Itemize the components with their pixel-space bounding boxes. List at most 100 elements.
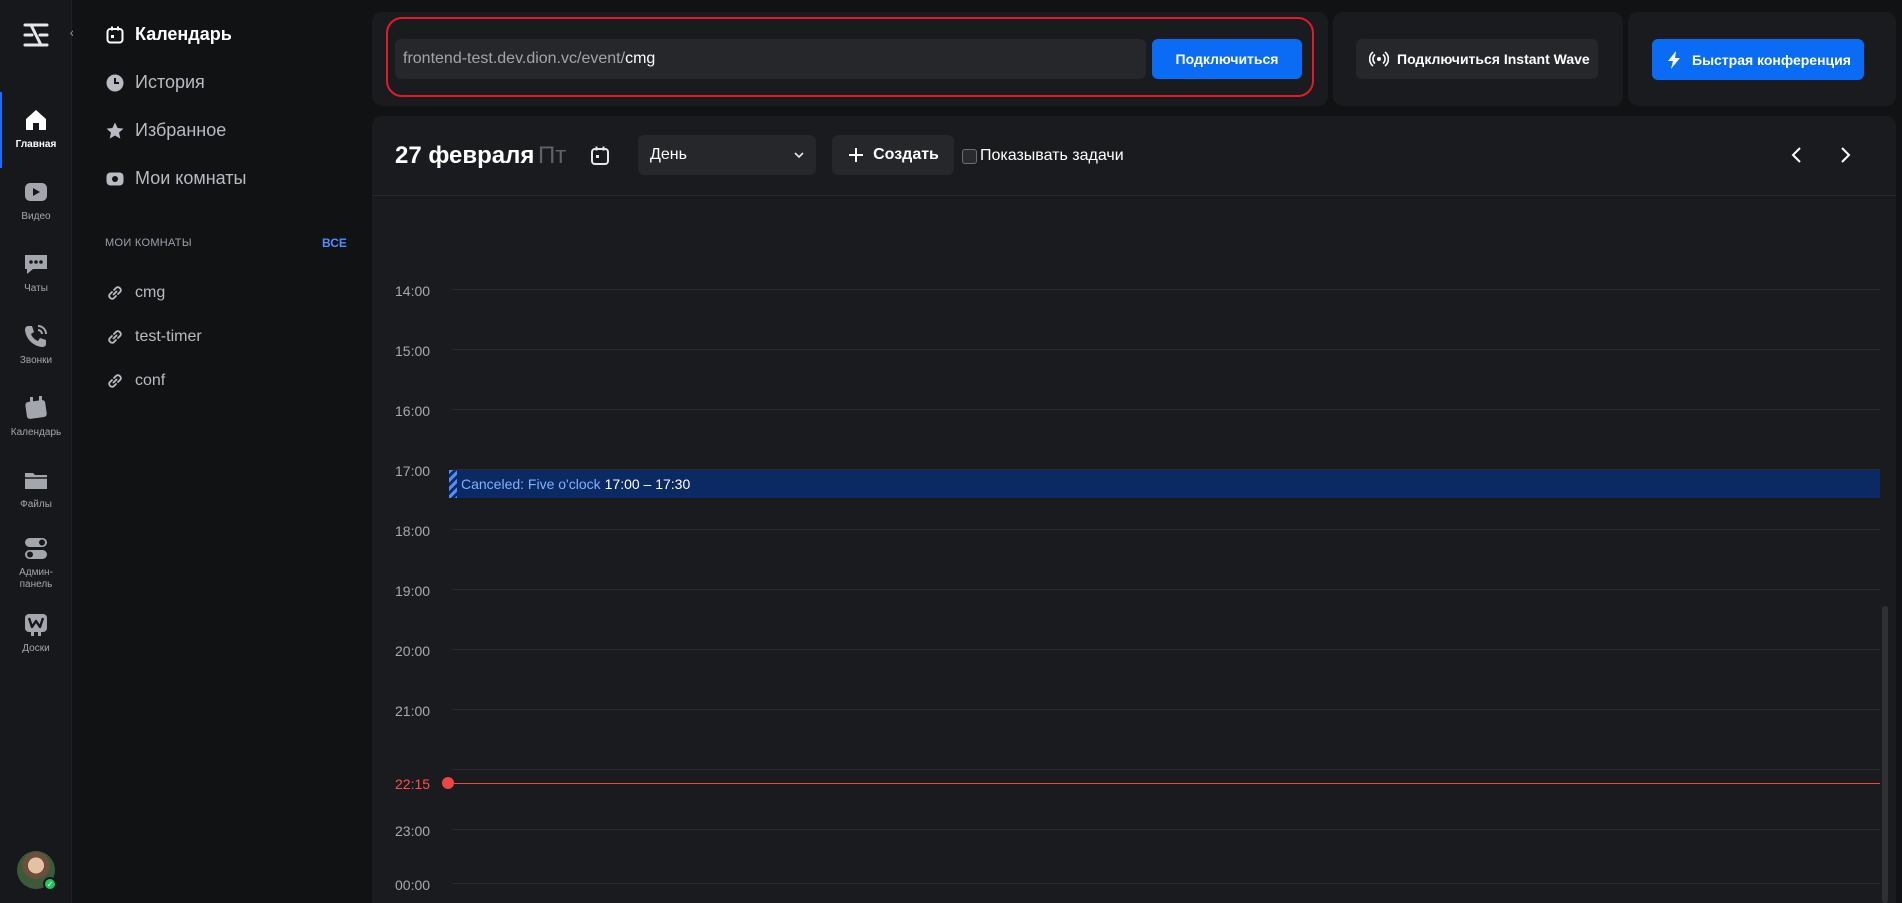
show-tasks-checkbox[interactable]: Показывать задачи (962, 147, 1124, 165)
lightning-icon (1668, 50, 1680, 69)
previous-day-chevron-icon[interactable] (1785, 143, 1809, 167)
rail-item-chats[interactable]: Чаты (0, 250, 72, 295)
rail-item-video[interactable]: Видео (0, 178, 72, 223)
create-event-button[interactable]: Создать (832, 135, 954, 175)
board-icon (25, 614, 47, 636)
hour-gridline (452, 529, 1880, 530)
app-rail: Главная Видео Чаты Звонки Календарь Файл… (0, 0, 72, 903)
hour-gridline (452, 709, 1880, 710)
rail-item-calls[interactable]: Звонки (0, 322, 72, 367)
calendar-icon (106, 26, 124, 43)
clock-icon (106, 74, 124, 91)
hour-gridline (452, 289, 1880, 290)
toggle-icon (25, 538, 47, 559)
calendar-icon (25, 396, 47, 419)
hour-label: 15:00 (395, 343, 431, 359)
instant-wave-button[interactable]: Подключиться Instant Wave (1356, 39, 1598, 79)
calendar-event[interactable]: Canceled: Five o'clock 17:00 – 17:30 (449, 470, 1880, 498)
rail-item-admin[interactable]: Админ-панель (0, 534, 72, 591)
rail-item-label: Видео (21, 211, 51, 222)
sidebar-item-label: Избранное (135, 120, 227, 140)
view-mode-select[interactable]: День (638, 135, 816, 175)
hour-label: 20:00 (395, 643, 431, 659)
hour-gridline (452, 589, 1880, 590)
sidebar-item-my-rooms[interactable]: Мои комнаты (105, 168, 246, 189)
camera-icon (106, 172, 124, 185)
hour-label: 18:00 (395, 523, 431, 539)
hour-label: 17:00 (395, 463, 431, 479)
event-time: 17:00 – 17:30 (604, 476, 691, 492)
hour-gridline (452, 409, 1880, 410)
show-all-link[interactable]: ВСЕ (322, 236, 347, 250)
folder-icon (25, 473, 47, 489)
hour-label: 21:00 (395, 703, 431, 719)
hour-label: 00:00 (395, 877, 431, 893)
sidebar-item-label: История (135, 72, 205, 92)
rail-item-files[interactable]: Файлы (0, 466, 72, 511)
current-time-line (452, 783, 1880, 784)
view-mode-value: День (650, 146, 687, 163)
rail-item-home[interactable]: Главная (0, 92, 72, 168)
star-icon (106, 122, 124, 139)
meeting-url-input[interactable]: frontend-test.dev.dion.vc/event/cmg (395, 39, 1146, 79)
online-status-icon: ✓ (43, 877, 57, 891)
room-item[interactable]: cmg (105, 283, 165, 303)
canceled-stripe (449, 470, 457, 498)
room-label: conf (135, 372, 166, 389)
chevron-down-icon (794, 152, 804, 159)
sidebar-item-label: Календарь (135, 24, 232, 44)
calendar-toolbar: 27 февраля Пт День Создать Показывать за… (372, 116, 1896, 196)
hour-gridline (452, 829, 1880, 830)
hour-label: 16:00 (395, 403, 431, 419)
rail-item-label: Звонки (19, 355, 53, 366)
quick-conference-label: Быстрая конференция (1692, 51, 1851, 68)
hour-gridline (452, 769, 1880, 770)
calendar-view: 27 февраля Пт День Создать Показывать за… (372, 116, 1896, 903)
calendar-scrollbar[interactable] (1882, 606, 1888, 903)
sidebar-item-history[interactable]: История (105, 72, 205, 93)
hour-label: 19:00 (395, 583, 431, 599)
weekday-label: Пт (538, 142, 567, 169)
hour-gridline (452, 883, 1880, 884)
room-label: cmg (135, 284, 166, 301)
quick-conference-button[interactable]: Быстрая конференция (1652, 39, 1864, 80)
room-item[interactable]: conf (105, 371, 165, 391)
rail-item-label: Файлы (20, 499, 52, 510)
rail-item-label: Главная (15, 139, 57, 150)
url-prefix: frontend-test.dev.dion.vc/event/ (403, 50, 626, 67)
date-picker-calendar-icon[interactable] (588, 144, 612, 168)
sidebar-item-favorites[interactable]: Избранное (105, 120, 226, 141)
home-icon (26, 110, 46, 130)
hour-gridline (452, 649, 1880, 650)
checkbox-box[interactable] (962, 148, 977, 164)
hour-label: 14:00 (395, 283, 431, 299)
section-title: МОИ КОМНАТЫ (105, 237, 192, 249)
wave-icon (1369, 51, 1389, 67)
hour-label: 23:00 (395, 823, 431, 839)
instant-wave-label: Подключиться Instant Wave (1397, 51, 1590, 67)
next-day-chevron-icon[interactable] (1833, 143, 1857, 167)
sidebar: Календарь История Избранное Мои комнаты … (73, 0, 368, 903)
rail-item-calendar[interactable]: Календарь (0, 394, 72, 439)
room-item[interactable]: test-timer (105, 327, 202, 347)
create-label: Создать (873, 146, 939, 163)
chat-icon (25, 255, 47, 274)
video-icon (25, 183, 47, 201)
page-title: 27 февраля (395, 142, 535, 169)
rail-item-boards[interactable]: Доски (0, 610, 72, 655)
app-logo-icon[interactable] (22, 22, 50, 48)
sidebar-item-calendar[interactable]: Календарь (105, 24, 232, 45)
url-room: cmg (625, 50, 656, 67)
rail-item-label: Чаты (24, 283, 48, 294)
connect-button[interactable]: Подключиться (1152, 39, 1302, 79)
rail-item-label: Админ-панель (19, 567, 53, 590)
plus-icon (849, 148, 864, 162)
phone-icon (25, 325, 47, 347)
hour-gridline (452, 349, 1880, 350)
current-time-label: 22:15 (395, 776, 431, 792)
link-icon (108, 374, 122, 388)
link-icon (108, 330, 122, 344)
rail-item-label: Доски (22, 643, 50, 654)
room-label: test-timer (135, 328, 202, 345)
rail-item-label: Календарь (10, 427, 62, 438)
